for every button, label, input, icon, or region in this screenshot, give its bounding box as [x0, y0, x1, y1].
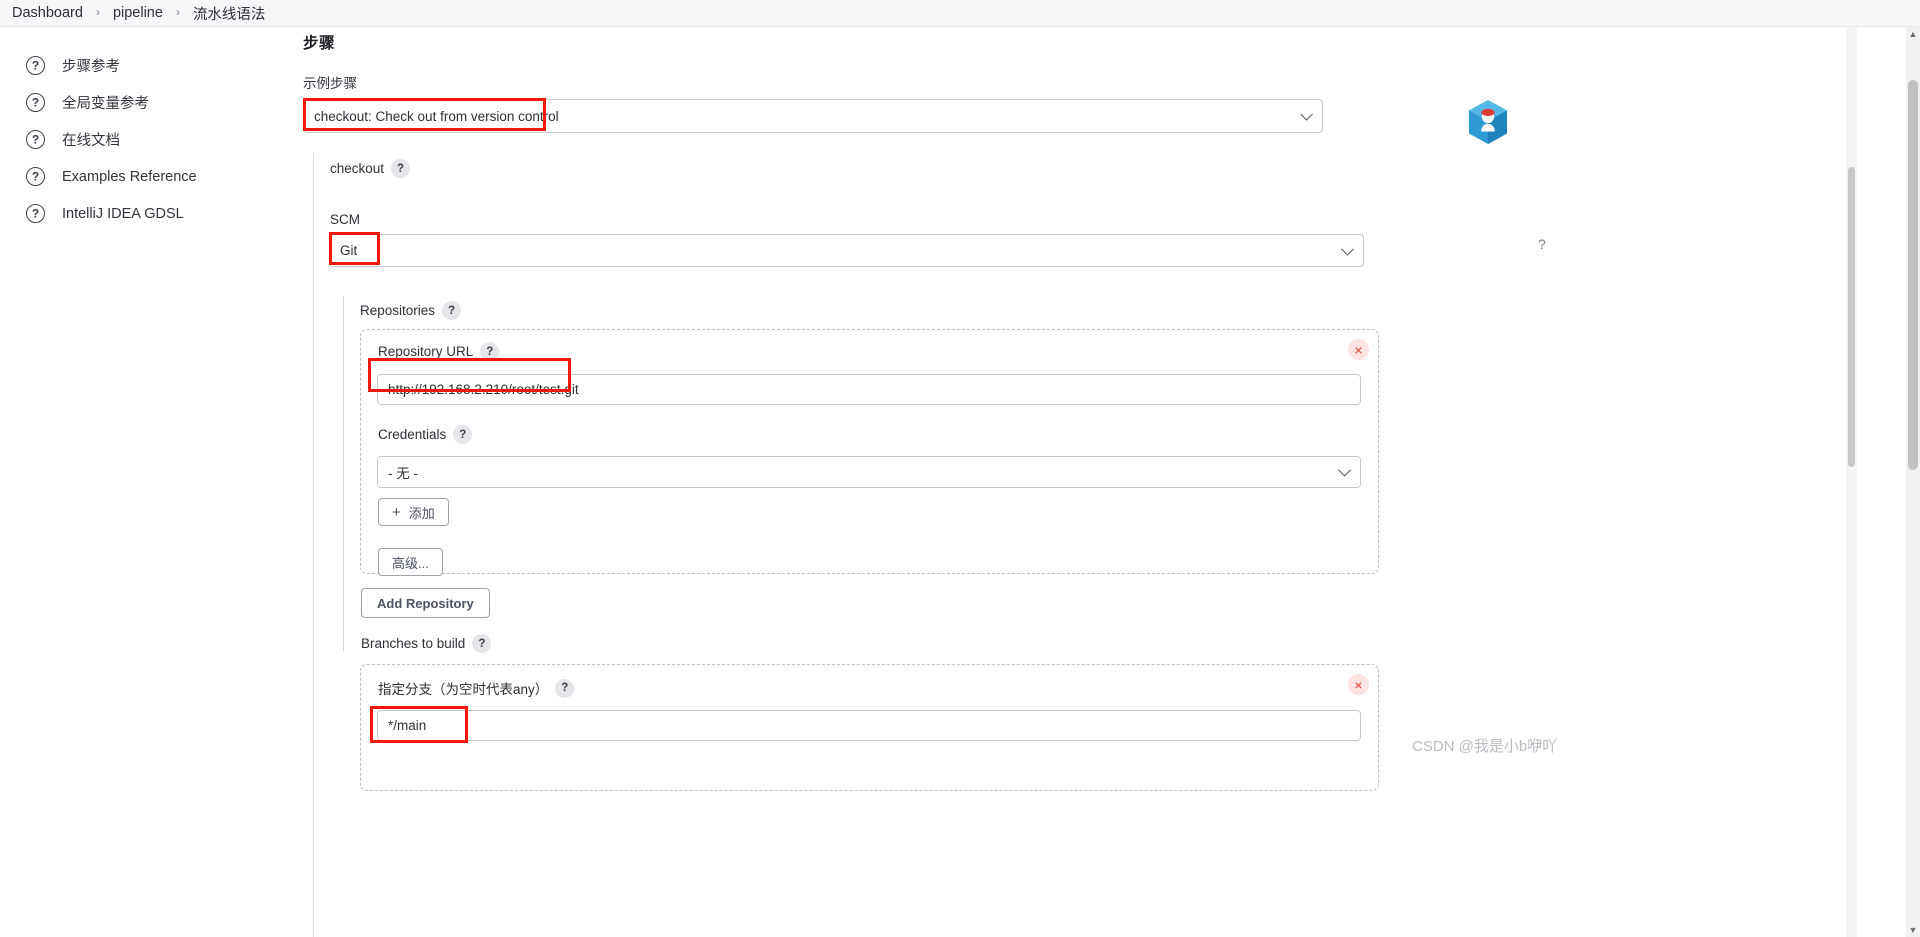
sidebar-item-label: 步骤参考	[62, 59, 120, 75]
checkout-block: checkout ? SCM Git Repositories ? × Repo…	[313, 153, 1843, 937]
form-scrollbar-thumb[interactable]	[1848, 167, 1855, 467]
sidebar-item-label: Examples Reference	[62, 168, 197, 185]
sidebar-item-intellij-idea-gdsl[interactable]: ? IntelliJ IDEA GDSL	[0, 195, 300, 232]
sidebar-item-global-variable-reference[interactable]: ? 全局变量参考	[0, 84, 300, 121]
page-title: 步骤	[303, 35, 336, 52]
question-circle-icon: ?	[26, 204, 45, 223]
checkout-title: checkout ?	[330, 159, 411, 178]
add-repository-label: Add Repository	[377, 595, 474, 611]
page-root: Dashboard › pipeline › 流水线语法 ? 步骤参考 ? 全局…	[0, 0, 1920, 937]
scm-select[interactable]: Git	[329, 234, 1364, 267]
main-content: 步骤 示例步骤 checkout: Check out from version…	[300, 27, 1860, 937]
page-scrollbar-thumb[interactable]	[1908, 80, 1918, 470]
branch-spec-input[interactable]: */main	[377, 710, 1361, 741]
breadcrumb: Dashboard › pipeline › 流水线语法	[0, 0, 1920, 27]
credentials-select[interactable]: - 无 -	[377, 456, 1361, 488]
sample-step-select-value: checkout: Check out from version control	[314, 108, 559, 124]
form-scrollbar-track[interactable]	[1846, 27, 1857, 937]
page-help-icon[interactable]: ?	[1538, 236, 1546, 252]
scroll-up-icon[interactable]: ▲	[1908, 29, 1918, 39]
sidebar-item-label: IntelliJ IDEA GDSL	[62, 205, 184, 222]
sidebar-item-examples-reference[interactable]: ? Examples Reference	[0, 158, 300, 195]
breadcrumb-item-pipeline[interactable]: pipeline	[113, 5, 163, 21]
credentials-label: Credentials ?	[378, 425, 473, 444]
help-icon[interactable]: ?	[453, 425, 473, 444]
help-icon[interactable]: ?	[472, 634, 492, 653]
chevron-down-icon	[1341, 242, 1354, 256]
repository-url-input[interactable]: http://192.168.2.210/root/test.git	[377, 374, 1361, 405]
repository-url-value: http://192.168.2.210/root/test.git	[388, 382, 579, 397]
advanced-button-label: 高级...	[392, 555, 429, 571]
repositories-block: Repositories ? × Repository URL ? http:/…	[343, 296, 1403, 791]
help-icon[interactable]: ?	[442, 301, 462, 320]
remove-branch-button[interactable]: ×	[1348, 674, 1369, 695]
branches-to-build-label: Branches to build ?	[361, 634, 492, 653]
sidebar-item-step-reference[interactable]: ? 步骤参考	[0, 47, 300, 84]
question-circle-icon: ?	[26, 130, 45, 149]
breadcrumb-separator-icon: ›	[95, 5, 100, 19]
breadcrumb-item-dashboard[interactable]: Dashboard	[12, 5, 83, 21]
add-repository-button[interactable]: Add Repository	[361, 588, 490, 618]
add-credentials-button[interactable]: + 添加	[378, 498, 449, 526]
sidebar-item-label: 在线文档	[62, 133, 120, 149]
question-circle-icon: ?	[26, 56, 45, 75]
help-icon[interactable]: ?	[480, 342, 500, 361]
watermark: CSDN @我是小b咿吖	[1412, 738, 1558, 755]
branch-card: × 指定分支（为空时代表any） ? */main	[360, 664, 1379, 791]
advanced-button[interactable]: 高级...	[378, 548, 443, 576]
remove-repository-button[interactable]: ×	[1348, 339, 1369, 360]
branch-spec-value: */main	[388, 718, 427, 733]
sidebar-item-label: 全局变量参考	[62, 96, 149, 112]
repositories-label: Repositories ?	[360, 301, 462, 320]
scm-select-value: Git	[340, 243, 358, 258]
question-circle-icon: ?	[26, 93, 45, 112]
scm-label: SCM	[330, 212, 360, 227]
breadcrumb-item-pipeline-syntax[interactable]: 流水线语法	[193, 3, 266, 24]
sample-step-label: 示例步骤	[303, 76, 357, 91]
repository-url-label: Repository URL ?	[378, 342, 500, 361]
repository-card: × Repository URL ? http://192.168.2.210/…	[360, 329, 1379, 576]
sidebar: ? 步骤参考 ? 全局变量参考 ? 在线文档 ? Examples Refere…	[0, 27, 300, 937]
help-icon[interactable]: ?	[391, 159, 411, 178]
chevron-down-icon	[1300, 107, 1313, 121]
branch-spec-label: 指定分支（为空时代表any） ?	[378, 678, 575, 698]
sample-step-select[interactable]: checkout: Check out from version control	[303, 99, 1323, 133]
add-credentials-label: 添加	[408, 505, 435, 521]
chevron-down-icon	[1338, 463, 1351, 477]
help-icon[interactable]: ?	[555, 678, 575, 698]
breadcrumb-separator-icon: ›	[175, 5, 180, 19]
scroll-down-icon[interactable]: ▼	[1908, 925, 1918, 935]
question-circle-icon: ?	[26, 167, 45, 186]
plus-icon: +	[392, 503, 401, 521]
jenkins-logo	[1464, 98, 1512, 146]
credentials-select-value: - 无 -	[388, 466, 418, 481]
sidebar-item-online-documentation[interactable]: ? 在线文档	[0, 121, 300, 158]
